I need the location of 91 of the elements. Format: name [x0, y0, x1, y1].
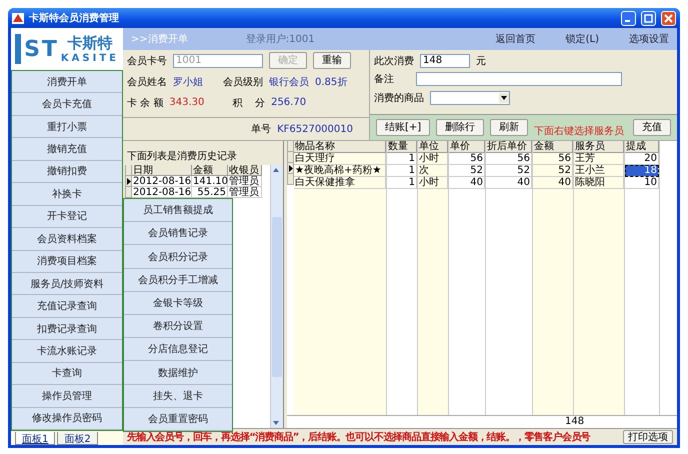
table-cell: 1	[387, 177, 417, 189]
panel-tab[interactable]: 面板2	[57, 432, 98, 445]
total-amount: 148	[564, 416, 586, 428]
field-label: 消费的商品	[374, 92, 424, 104]
minimize-button[interactable]	[621, 10, 636, 26]
breadcrumb: >>消费开单	[131, 32, 188, 46]
close-icon	[664, 14, 673, 22]
logo-stripes-icon	[15, 34, 22, 64]
note-field[interactable]	[416, 72, 622, 86]
table-cell: 40	[533, 177, 573, 189]
action-button[interactable]: 刷新	[490, 119, 528, 136]
field-label: 此次消费	[374, 54, 414, 68]
column-header: 服务员	[574, 141, 624, 153]
field-label: 备注	[374, 72, 395, 86]
header-link[interactable]: 返回首页	[496, 32, 536, 46]
field-label: 单号	[251, 122, 272, 136]
hint-text: 下面右键选择服务员	[534, 124, 624, 138]
table-cell: 小时	[418, 153, 448, 165]
member-name: 罗小姐	[173, 76, 203, 88]
table-cell: 40	[486, 177, 532, 189]
unit-label: 元	[476, 54, 486, 68]
goods-dropdown[interactable]	[430, 90, 510, 104]
table-cell: ★夜晚高棉+药粉★	[294, 165, 386, 177]
print-options-button[interactable]: 打印选项	[623, 430, 673, 444]
minimize-icon	[624, 20, 630, 22]
scrollbar[interactable]	[270, 165, 283, 428]
login-user: 登录用户:1001	[246, 32, 316, 46]
table-cell: 陈晓阳	[574, 177, 624, 189]
action-button[interactable]: 结账[+]	[376, 119, 430, 136]
close-button[interactable]	[661, 10, 676, 26]
column-header: 金额	[533, 141, 573, 153]
logo-brand: 卡斯特	[67, 34, 112, 53]
table-cell: 56	[486, 153, 532, 165]
table-cell: 王芳	[574, 153, 624, 165]
table-cell: 小时	[418, 177, 448, 189]
header-link[interactable]: 选项设置	[629, 32, 669, 46]
table-cell: 王小兰	[574, 165, 624, 177]
row-header[interactable]	[287, 163, 294, 174]
table-cell: 18	[625, 165, 659, 177]
order-number: KF6527000010	[277, 124, 353, 134]
dropdown-arrow-icon	[499, 92, 509, 102]
column-header: 单价	[449, 141, 485, 153]
table-cell: 10	[625, 177, 659, 189]
reset-button[interactable]: 重输	[313, 52, 351, 69]
recharge-button[interactable]: 充值	[633, 119, 671, 136]
row-header[interactable]	[125, 176, 132, 187]
logo-name: KASITE	[60, 53, 119, 64]
table-cell: 次	[418, 165, 448, 177]
table-cell: 1	[387, 153, 417, 165]
maximize-icon	[644, 14, 653, 22]
table-cell: 56	[449, 153, 485, 165]
table-cell: 1	[387, 165, 417, 177]
table-cell: 141.10	[192, 176, 228, 187]
row-pointer-icon	[126, 178, 130, 184]
column-header: 提成	[625, 141, 659, 153]
column-header: 物品名称	[294, 141, 386, 153]
member-level: 银行会员	[269, 76, 309, 88]
column-header: 日期	[132, 165, 192, 176]
panel-tab[interactable]: 面板1	[15, 432, 56, 445]
field-label: 会员姓名	[127, 76, 167, 88]
logo-letters: ST	[24, 36, 59, 62]
table-cell: 管理员	[228, 176, 262, 187]
app-icon	[12, 12, 24, 24]
field-label: 卡 余 额	[127, 96, 164, 110]
status-message: 先输入会员号，回车，再选择“消费商品”，后结账。也可以不选择商品直接输入金额，结账。，零售客户会员号	[127, 430, 590, 444]
table-cell: 白天理疗	[294, 153, 386, 165]
table-cell: 40	[449, 177, 485, 189]
field-label: 积 分	[232, 96, 266, 110]
row-pointer-icon	[288, 164, 292, 172]
maximize-button[interactable]	[641, 10, 656, 26]
table-cell: 2012-08-16	[132, 176, 192, 187]
table-cell: 52	[533, 165, 573, 177]
action-button[interactable]: 删除行	[436, 119, 484, 136]
column-header: 金额	[192, 165, 228, 176]
field-label: 会员卡号	[127, 54, 167, 68]
column-header: 折后单价	[486, 141, 532, 153]
points-value: 256.70	[271, 97, 306, 108]
column-header: 单位	[418, 141, 448, 153]
table-cell: 56	[533, 153, 573, 165]
amount-field[interactable]: 148	[420, 54, 470, 68]
header-link[interactable]: 锁定(L)	[566, 32, 599, 46]
card-balance: 343.30	[169, 97, 204, 108]
table-cell: 52	[449, 165, 485, 177]
column-header: 收银员	[228, 165, 262, 176]
field-label: 会员级别	[223, 76, 263, 88]
window-title: 卡斯特会员消费管理	[29, 12, 119, 25]
history-caption: 下面列表是消费历史记录	[127, 150, 237, 163]
table-cell: 52	[486, 165, 532, 177]
column-header: 数量	[387, 141, 417, 153]
table-cell: 白天保健推拿	[294, 177, 386, 189]
discount: 0.85折	[315, 76, 348, 88]
